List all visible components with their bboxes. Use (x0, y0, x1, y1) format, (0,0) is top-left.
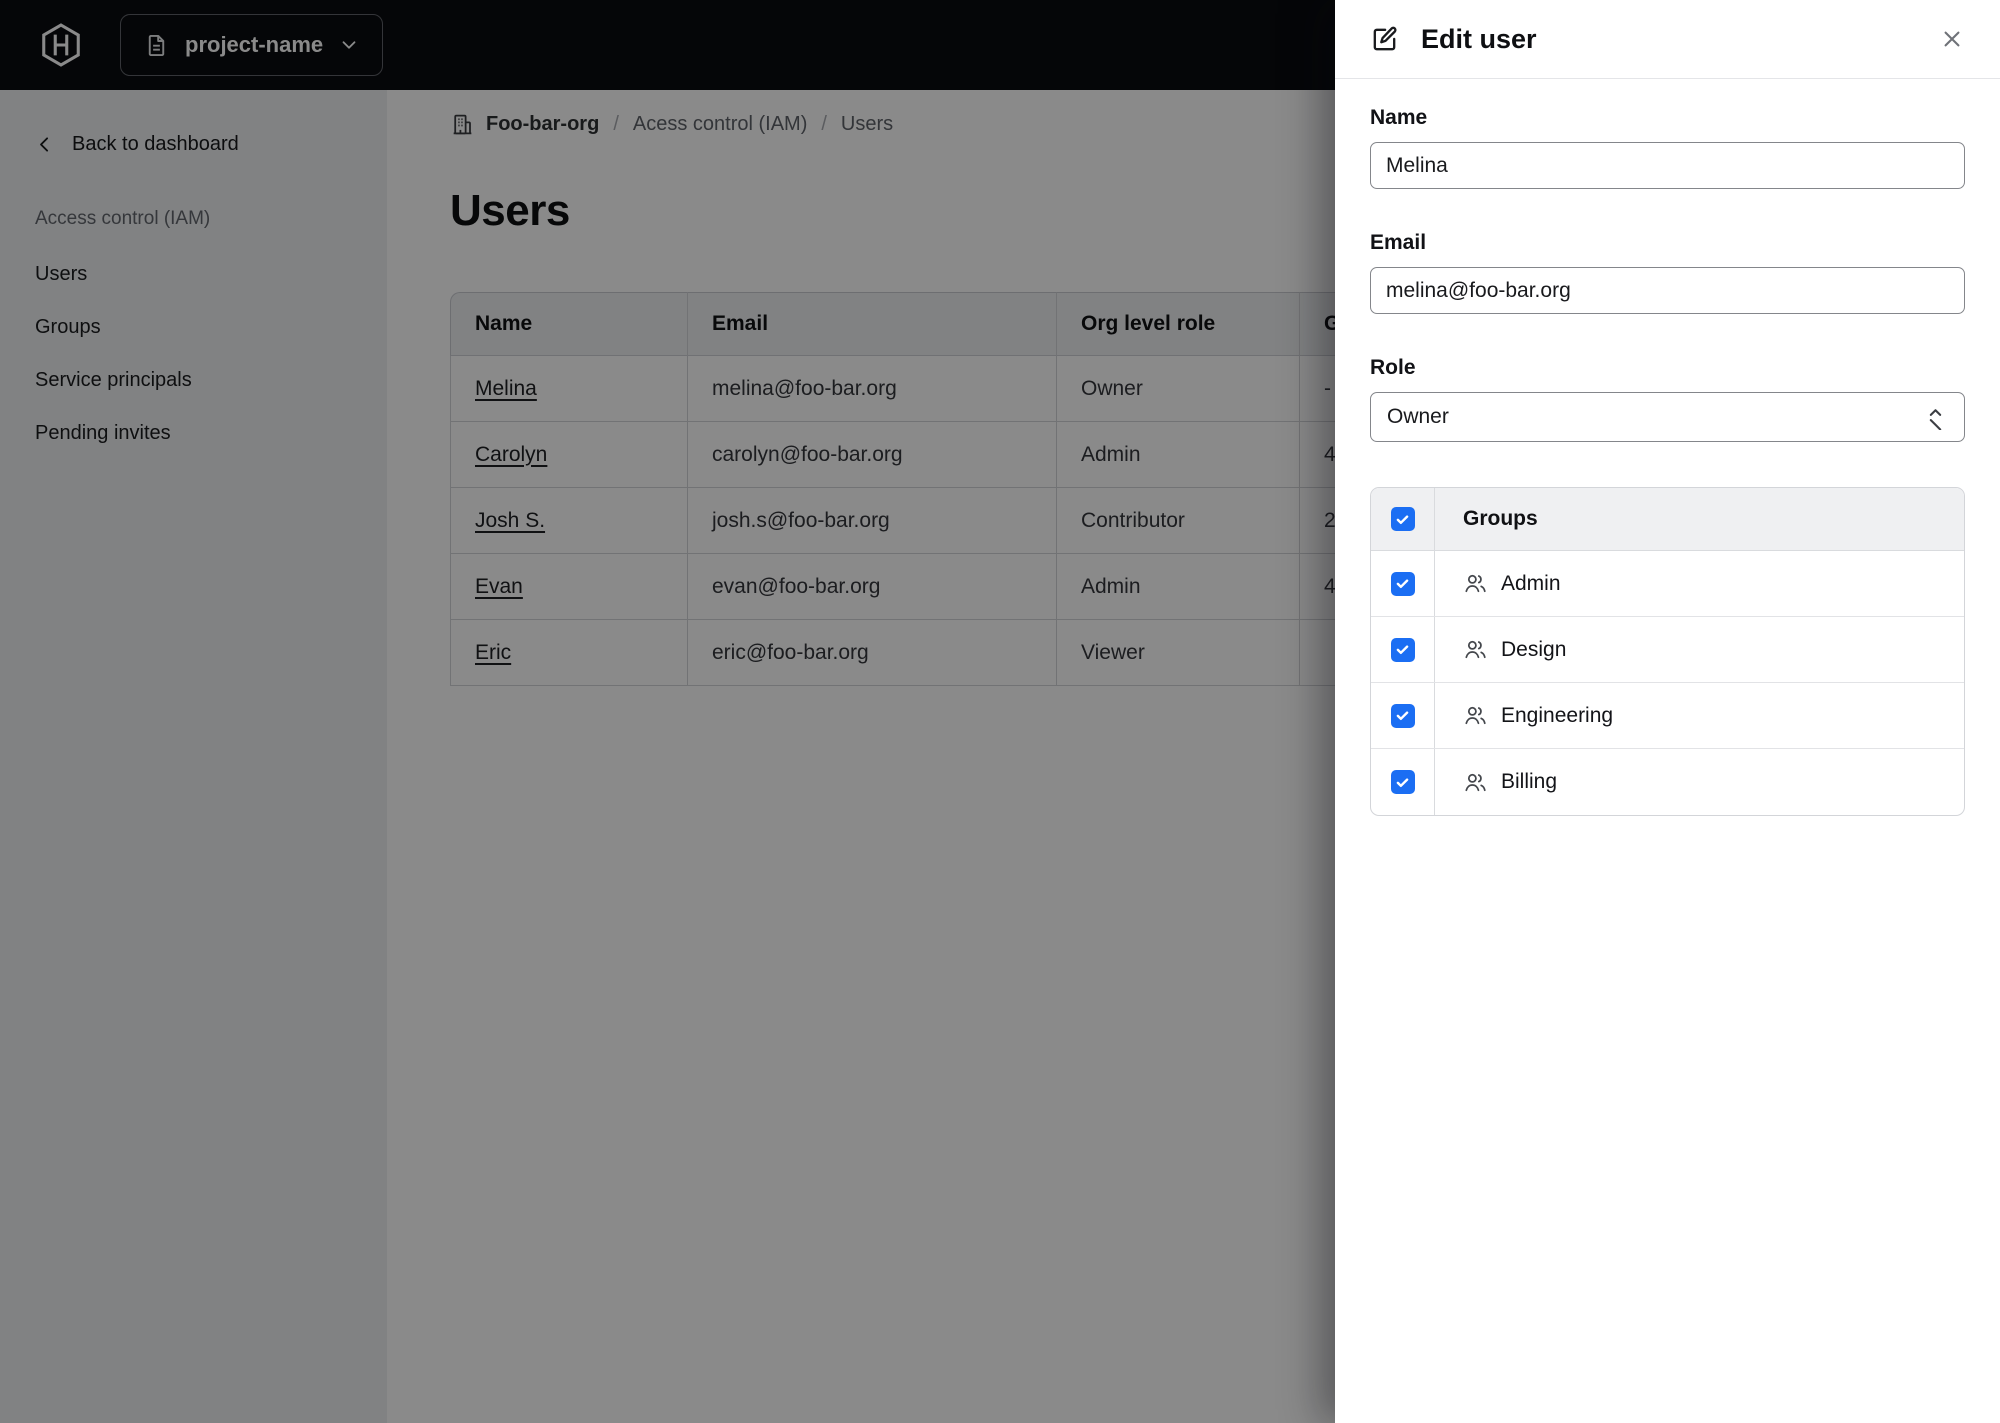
name-field-label: Name (1370, 106, 1428, 129)
role-selected-value: Owner (1387, 405, 1449, 428)
group-checkbox-admin[interactable] (1390, 571, 1415, 596)
select-chevrons-icon (1923, 405, 1948, 430)
email-field[interactable] (1370, 267, 1965, 314)
close-button[interactable] (1938, 25, 1966, 53)
drawer-header: Edit user (1335, 0, 2000, 79)
group-checkbox-design[interactable] (1390, 637, 1415, 662)
group-label: Design (1501, 637, 1567, 661)
group-label: Admin (1501, 571, 1561, 595)
users-group-icon (1463, 703, 1488, 728)
name-field[interactable] (1370, 142, 1965, 189)
group-label: Engineering (1501, 703, 1614, 727)
groups-select-all-checkbox[interactable] (1390, 507, 1415, 531)
group-label: Billing (1501, 770, 1558, 793)
drawer-body: Name Email Role Owner (1335, 106, 2000, 816)
drawer-title: Edit user (1421, 23, 1537, 54)
group-row-billing[interactable]: Billing (1371, 749, 1964, 815)
edit-user-drawer: Edit user Name Email Role Owner (1335, 0, 2000, 1423)
role-field-label: Role (1370, 356, 1416, 379)
email-field-label: Email (1370, 231, 1427, 254)
group-row-engineering[interactable]: Engineering (1371, 683, 1964, 749)
users-group-icon (1463, 770, 1488, 795)
group-row-admin[interactable]: Admin (1371, 551, 1964, 617)
groups-panel: Groups Admin Design Engineering Billing (1370, 487, 1965, 816)
groups-panel-header: Groups (1371, 488, 1964, 551)
group-checkbox-engineering[interactable] (1390, 703, 1415, 728)
group-row-design[interactable]: Design (1371, 617, 1964, 683)
edit-icon (1369, 24, 1400, 55)
group-checkbox-billing[interactable] (1390, 770, 1415, 794)
users-group-icon (1463, 637, 1488, 662)
users-group-icon (1463, 571, 1488, 596)
role-select[interactable]: Owner (1370, 392, 1965, 442)
groups-panel-title: Groups (1463, 507, 1538, 530)
